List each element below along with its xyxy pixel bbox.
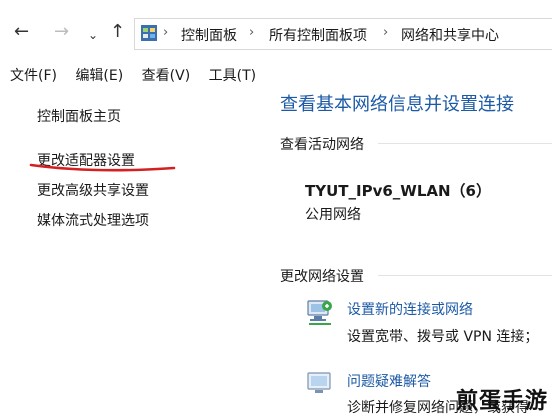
breadcrumb-separator-icon: › [163,25,169,40]
watermark-text: 煎蛋手游 [455,389,548,414]
section-divider [378,275,552,276]
menu-edit[interactable]: 编辑(E) [75,68,123,84]
setup-connection-desc: 设置宽带、拨号或 VPN 连接； [347,329,539,345]
breadcrumb-separator-icon: › [249,25,255,40]
arrow-right-icon: → [54,21,70,42]
setup-connection-link[interactable]: 设置新的连接或网络 [347,299,473,319]
arrow-left-icon: ← [14,21,30,42]
breadcrumb-separator-icon: › [383,25,389,40]
network-type: 公用网络 [305,207,361,223]
sidebar-item-advanced-sharing[interactable]: 更改高级共享设置 [37,180,149,200]
change-settings-header: 更改网络设置 [280,269,364,285]
chevron-down-icon: ⌄ [88,28,99,42]
menu-tools[interactable]: 工具(T) [209,68,256,84]
troubleshoot-link[interactable]: 问题疑难解答 [347,371,431,391]
up-button[interactable]: ↑ [110,22,125,42]
network-name: TYUT_IPv6_WLAN（6） [305,182,491,200]
menu-bar: 文件(F) 编辑(E) 查看(V) 工具(T) [10,65,270,85]
menu-file[interactable]: 文件(F) [10,68,57,84]
new-connection-icon[interactable] [305,297,335,327]
breadcrumb-control-panel[interactable]: 控制面板 [181,25,237,45]
page-title: 查看基本网络信息并设置连接 [280,94,514,115]
forward-button[interactable]: → [54,22,69,42]
breadcrumb-all-items[interactable]: 所有控制面板项 [269,25,367,45]
control-panel-icon [141,25,157,41]
recent-locations-button[interactable]: ⌄ [88,25,98,45]
back-button[interactable]: ← [14,22,29,42]
troubleshoot-icon[interactable] [305,370,335,398]
red-underline-annotation [29,163,176,172]
section-divider [378,143,552,144]
menu-view[interactable]: 查看(V) [142,68,191,84]
active-networks-header: 查看活动网络 [280,137,364,153]
sidebar-item-home[interactable]: 控制面板主页 [37,106,121,126]
breadcrumb-network-center[interactable]: 网络和共享中心 [401,25,499,45]
sidebar-item-media-streaming[interactable]: 媒体流式处理选项 [37,210,149,230]
arrow-up-icon: ↑ [110,21,126,42]
address-bar[interactable]: › 控制面板 › 所有控制面板项 › 网络和共享中心 [134,18,552,50]
